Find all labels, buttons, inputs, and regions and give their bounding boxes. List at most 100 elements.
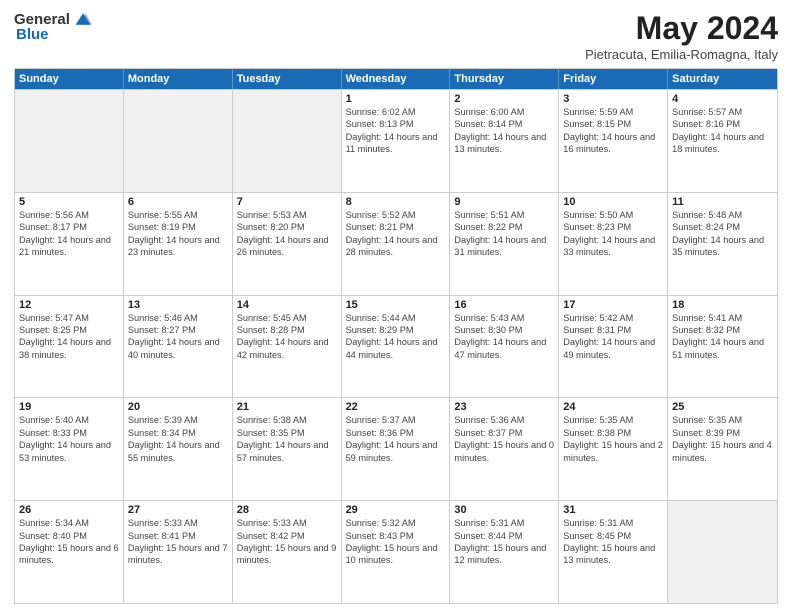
title-block: May 2024 Pietracuta, Emilia-Romagna, Ita… [585,10,778,62]
day-number: 3 [563,93,663,105]
day-number: 30 [454,504,554,516]
sunrise-text: Sunrise: 5:45 AM [237,312,337,324]
sunrise-text: Sunrise: 5:47 AM [19,312,119,324]
calendar-cell [233,90,342,192]
sunset-text: Sunset: 8:17 PM [19,221,119,233]
day-number: 19 [19,401,119,413]
sunset-text: Sunset: 8:30 PM [454,324,554,336]
sunrise-text: Sunrise: 5:50 AM [563,209,663,221]
logo-icon [74,10,92,28]
sunrise-text: Sunrise: 5:56 AM [19,209,119,221]
calendar-row: 5Sunrise: 5:56 AMSunset: 8:17 PM Daylight… [15,192,777,295]
daylight-text: Daylight: 14 hours and 38 minutes. [19,336,119,361]
daylight-text: Daylight: 14 hours and 18 minutes. [672,131,773,156]
calendar-cell: 12Sunrise: 5:47 AMSunset: 8:25 PMDayligh… [15,296,124,398]
sunrise-text: Sunrise: 5:31 AM [563,517,663,529]
calendar-cell: 11Sunrise: 5:48 AMSunset: 8:24 PMDayligh… [668,193,777,295]
calendar-cell: 20Sunrise: 5:39 AMSunset: 8:34 PMDayligh… [124,398,233,500]
sunset-text: Sunset: 8:19 PM [128,221,228,233]
calendar-cell: 31Sunrise: 5:31 AMSunset: 8:45 PMDayligh… [559,501,668,603]
day-number: 27 [128,504,228,516]
calendar-cell [15,90,124,192]
day-number: 20 [128,401,228,413]
sunset-text: Sunset: 8:23 PM [563,221,663,233]
day-number: 10 [563,196,663,208]
sunset-text: Sunset: 8:22 PM [454,221,554,233]
sunset-text: Sunset: 8:14 PM [454,118,554,130]
sunset-text: Sunset: 8:28 PM [237,324,337,336]
sunrise-text: Sunrise: 5:53 AM [237,209,337,221]
day-number: 4 [672,93,773,105]
calendar-cell: 1Sunrise: 6:02 AMSunset: 8:13 PMDaylight… [342,90,451,192]
calendar-cell: 2Sunrise: 6:00 AMSunset: 8:14 PMDaylight… [450,90,559,192]
sunrise-text: Sunrise: 5:46 AM [128,312,228,324]
day-number: 18 [672,299,773,311]
calendar-cell: 17Sunrise: 5:42 AMSunset: 8:31 PMDayligh… [559,296,668,398]
sunset-text: Sunset: 8:45 PM [563,530,663,542]
daylight-text: Daylight: 14 hours and 31 minutes. [454,234,554,259]
day-number: 5 [19,196,119,208]
sunset-text: Sunset: 8:21 PM [346,221,446,233]
sunset-text: Sunset: 8:33 PM [19,427,119,439]
weekday-header: Sunday [15,69,124,89]
daylight-text: Daylight: 14 hours and 33 minutes. [563,234,663,259]
calendar-cell: 16Sunrise: 5:43 AMSunset: 8:30 PMDayligh… [450,296,559,398]
day-number: 2 [454,93,554,105]
day-number: 21 [237,401,337,413]
sunset-text: Sunset: 8:13 PM [346,118,446,130]
daylight-text: Daylight: 14 hours and 44 minutes. [346,336,446,361]
calendar-header: SundayMondayTuesdayWednesdayThursdayFrid… [15,69,777,89]
day-number: 24 [563,401,663,413]
day-number: 23 [454,401,554,413]
daylight-text: Daylight: 15 hours and 6 minutes. [19,542,119,567]
weekday-header: Saturday [668,69,777,89]
month-title: May 2024 [585,10,778,47]
day-number: 9 [454,196,554,208]
daylight-text: Daylight: 14 hours and 40 minutes. [128,336,228,361]
sunrise-text: Sunrise: 5:59 AM [563,106,663,118]
weekday-header: Tuesday [233,69,342,89]
calendar-cell: 8Sunrise: 5:52 AMSunset: 8:21 PMDaylight… [342,193,451,295]
sunrise-text: Sunrise: 5:52 AM [346,209,446,221]
sunrise-text: Sunrise: 5:40 AM [19,414,119,426]
sunset-text: Sunset: 8:27 PM [128,324,228,336]
sunrise-text: Sunrise: 5:57 AM [672,106,773,118]
day-number: 13 [128,299,228,311]
sunrise-text: Sunrise: 5:36 AM [454,414,554,426]
calendar-cell: 14Sunrise: 5:45 AMSunset: 8:28 PMDayligh… [233,296,342,398]
day-number: 17 [563,299,663,311]
day-number: 14 [237,299,337,311]
sunset-text: Sunset: 8:34 PM [128,427,228,439]
daylight-text: Daylight: 14 hours and 47 minutes. [454,336,554,361]
calendar-cell: 7Sunrise: 5:53 AMSunset: 8:20 PMDaylight… [233,193,342,295]
day-number: 7 [237,196,337,208]
sunrise-text: Sunrise: 5:43 AM [454,312,554,324]
sunset-text: Sunset: 8:25 PM [19,324,119,336]
sunset-text: Sunset: 8:24 PM [672,221,773,233]
sunrise-text: Sunrise: 5:42 AM [563,312,663,324]
sunrise-text: Sunrise: 5:39 AM [128,414,228,426]
sunset-text: Sunset: 8:38 PM [563,427,663,439]
sunset-text: Sunset: 8:44 PM [454,530,554,542]
daylight-text: Daylight: 14 hours and 11 minutes. [346,131,446,156]
sunrise-text: Sunrise: 5:31 AM [454,517,554,529]
calendar-cell: 19Sunrise: 5:40 AMSunset: 8:33 PMDayligh… [15,398,124,500]
calendar-cell: 27Sunrise: 5:33 AMSunset: 8:41 PMDayligh… [124,501,233,603]
daylight-text: Daylight: 14 hours and 13 minutes. [454,131,554,156]
sunrise-text: Sunrise: 5:51 AM [454,209,554,221]
daylight-text: Daylight: 14 hours and 51 minutes. [672,336,773,361]
weekday-header: Wednesday [342,69,451,89]
calendar-cell: 5Sunrise: 5:56 AMSunset: 8:17 PMDaylight… [15,193,124,295]
sunset-text: Sunset: 8:35 PM [237,427,337,439]
calendar-row: 12Sunrise: 5:47 AMSunset: 8:25 PMDayligh… [15,295,777,398]
daylight-text: Daylight: 14 hours and 59 minutes. [346,439,446,464]
calendar-cell [124,90,233,192]
daylight-text: Daylight: 14 hours and 28 minutes. [346,234,446,259]
day-number: 25 [672,401,773,413]
calendar-cell: 22Sunrise: 5:37 AMSunset: 8:36 PMDayligh… [342,398,451,500]
logo-blue: Blue [16,26,49,43]
weekday-header: Friday [559,69,668,89]
sunrise-text: Sunrise: 6:02 AM [346,106,446,118]
daylight-text: Daylight: 14 hours and 42 minutes. [237,336,337,361]
daylight-text: Daylight: 15 hours and 2 minutes. [563,439,663,464]
